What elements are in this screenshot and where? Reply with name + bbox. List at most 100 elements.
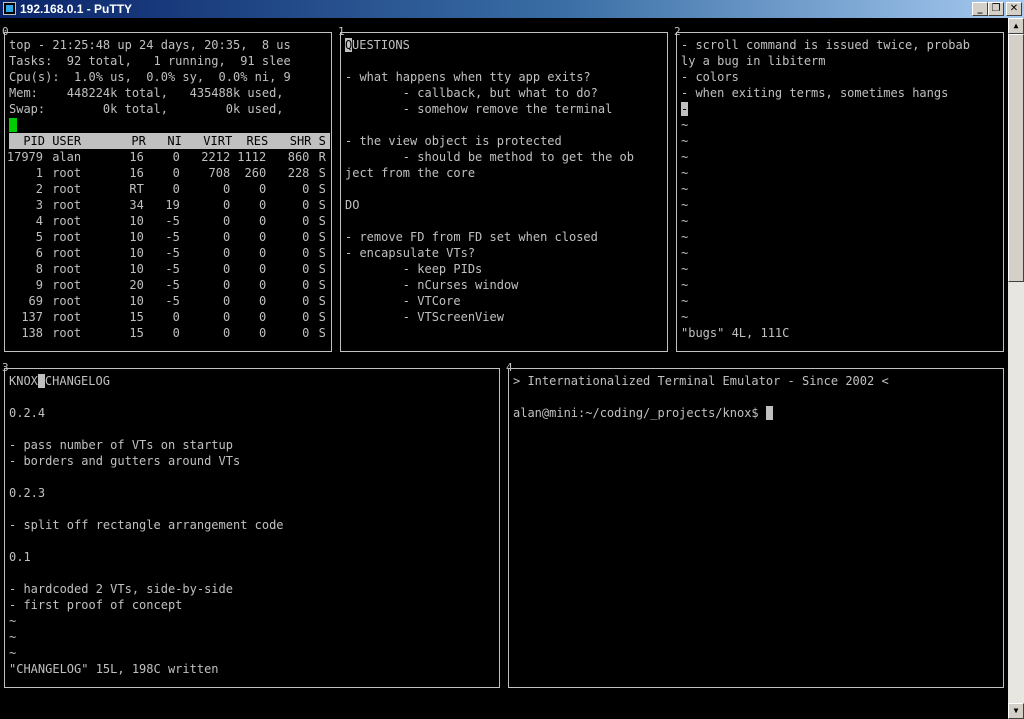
cell-s: S <box>318 310 326 324</box>
column-header-pr: PR <box>131 134 146 148</box>
changelog-line: ~ <box>9 646 17 660</box>
cell-ni: 0 <box>172 310 180 324</box>
cell-ni: 0 <box>172 150 180 164</box>
cell-res: 1112 <box>237 150 267 164</box>
cell-res: 0 <box>258 278 267 292</box>
cell-ni: -5 <box>165 230 180 244</box>
cell-res: 0 <box>258 182 267 196</box>
cell-pid: 8 <box>35 262 43 276</box>
text-cursor <box>765 406 773 420</box>
questions-line: - remove FD from FD set when closed <box>345 230 598 244</box>
cell-shr: 0 <box>302 310 310 324</box>
cell-ni: -5 <box>165 278 180 292</box>
cell-pid: 1 <box>35 166 43 180</box>
cell-virt: 0 <box>222 294 231 308</box>
maximize-button[interactable]: ❐ <box>988 2 1004 16</box>
vim-status-line: "CHANGELOG" 15L, 198C written <box>9 662 219 676</box>
changelog-line: - pass number of VTs on startup <box>9 438 233 452</box>
cell-user: alan <box>52 150 82 164</box>
column-header-virt: VIRT <box>203 134 233 148</box>
questions-line: DO <box>345 198 360 212</box>
vim-status-line: "bugs" 4L, 111C <box>681 326 790 340</box>
vim-tilde: ~ <box>681 166 689 180</box>
close-button[interactable]: ✕ <box>1006 2 1022 16</box>
vt-2-cursor-line: - <box>681 101 688 117</box>
cell-res: 0 <box>258 230 267 244</box>
cell-pr: 10 <box>129 230 144 244</box>
cell-user: root <box>52 278 82 292</box>
scroll-up-button[interactable]: ▲ <box>1008 18 1024 34</box>
vim-tilde: ~ <box>681 182 689 196</box>
column-header-pid: PID <box>23 134 45 148</box>
cell-shr: 0 <box>302 294 310 308</box>
cell-pid: 138 <box>21 326 43 340</box>
column-header-ni: NI <box>167 134 182 148</box>
cell-shr: 0 <box>302 214 310 228</box>
changelog-line: - split off rectangle arrangement code <box>9 518 284 532</box>
cell-user: root <box>52 182 82 196</box>
cell-pr: 20 <box>129 278 144 292</box>
bugs-line: - when exiting terms, sometimes hangs <box>681 86 949 100</box>
vt-2-pane[interactable]: - scroll command is issued twice, probab… <box>676 32 1004 352</box>
green-cursor <box>9 118 17 132</box>
cell-pr: 34 <box>129 198 144 212</box>
top-summary-line: Cpu(s): 1.0% us, 0.0% sy, 0.0% ni, 9 <box>9 70 291 84</box>
shell-prompt: alan@mini:~/coding/_projects/knox$ <box>513 406 766 420</box>
vt-1-pane[interactable]: QUESTIONS - what happens when tty app ex… <box>340 32 668 352</box>
column-header-s: S <box>318 134 326 148</box>
minimize-button[interactable]: _ <box>972 2 988 16</box>
vim-tilde: ~ <box>681 246 689 260</box>
text-cursor: - <box>681 102 689 116</box>
cell-user: root <box>52 294 82 308</box>
cell-pr: 16 <box>129 166 144 180</box>
cell-res: 0 <box>258 326 267 340</box>
cell-virt: 0 <box>222 262 231 276</box>
putty-app-icon[interactable] <box>3 2 16 15</box>
cell-res: 0 <box>258 294 267 308</box>
cell-virt: 0 <box>222 198 231 212</box>
changelog-line: ~ <box>9 630 17 644</box>
cell-user: root <box>52 198 82 212</box>
questions-line: ject from the core <box>345 166 476 180</box>
cell-res: 0 <box>258 310 267 324</box>
top-summary-line: top - 21:25:48 up 24 days, 20:35, 8 us <box>9 38 291 52</box>
cell-s: S <box>318 198 326 212</box>
cell-user: root <box>52 166 82 180</box>
changelog-line: - borders and gutters around VTs <box>9 454 241 468</box>
vt-0-pane[interactable]: top - 21:25:48 up 24 days, 20:35, 8 us Ta… <box>4 32 332 352</box>
cell-s: S <box>318 166 326 180</box>
cell-user: root <box>52 230 82 244</box>
vt-3-pane[interactable]: KNOX CHANGELOG 0.2.4 - pass number of VTs… <box>4 368 500 688</box>
cell-s: R <box>318 150 326 164</box>
scroll-down-button[interactable]: ▼ <box>1008 703 1024 719</box>
cell-s: S <box>318 214 326 228</box>
top-summary-line: Swap: 0k total, 0k used, <box>9 102 284 116</box>
shell-prompt-line[interactable]: alan@mini:~/coding/_projects/knox$ <box>513 405 773 421</box>
vt-4-pane[interactable]: > Internationalized Terminal Emulator - … <box>508 368 1004 688</box>
top-summary-line: Tasks: 92 total, 1 running, 91 slee <box>9 54 291 68</box>
vertical-scrollbar[interactable]: ▲ ▼ <box>1008 18 1024 719</box>
cell-s: S <box>318 182 326 196</box>
scrollbar-thumb[interactable] <box>1008 34 1024 282</box>
questions-line: - nCurses window <box>345 278 519 292</box>
cell-res: 0 <box>258 262 267 276</box>
cell-virt: 0 <box>222 230 231 244</box>
changelog-line: 0.2.3 <box>9 486 46 500</box>
terminal-screen[interactable]: 0 top - 21:25:48 up 24 days, 20:35, 8 us… <box>0 18 1008 719</box>
cell-user: root <box>52 262 82 276</box>
cell-virt: 708 <box>208 166 231 180</box>
cell-pr: 16 <box>129 150 144 164</box>
cell-pid: 2 <box>35 182 43 196</box>
cell-shr: 0 <box>302 278 310 292</box>
cell-ni: -5 <box>165 294 180 308</box>
cell-pr: 15 <box>129 326 144 340</box>
title-bar[interactable]: 192.168.0.1 - PuTTY _ ❐ ✕ <box>0 0 1024 18</box>
cell-pid: 137 <box>21 310 43 324</box>
cell-pid: 3 <box>35 198 43 212</box>
cell-shr: 0 <box>302 182 310 196</box>
cell-s: S <box>318 262 326 276</box>
process-table-header: PID USER PR NI VIRT RES SHR S <box>9 133 330 149</box>
vt-1-first-line: QUESTIONS <box>345 37 410 53</box>
cell-ni: 0 <box>172 166 180 180</box>
cell-ni: 19 <box>165 198 180 212</box>
